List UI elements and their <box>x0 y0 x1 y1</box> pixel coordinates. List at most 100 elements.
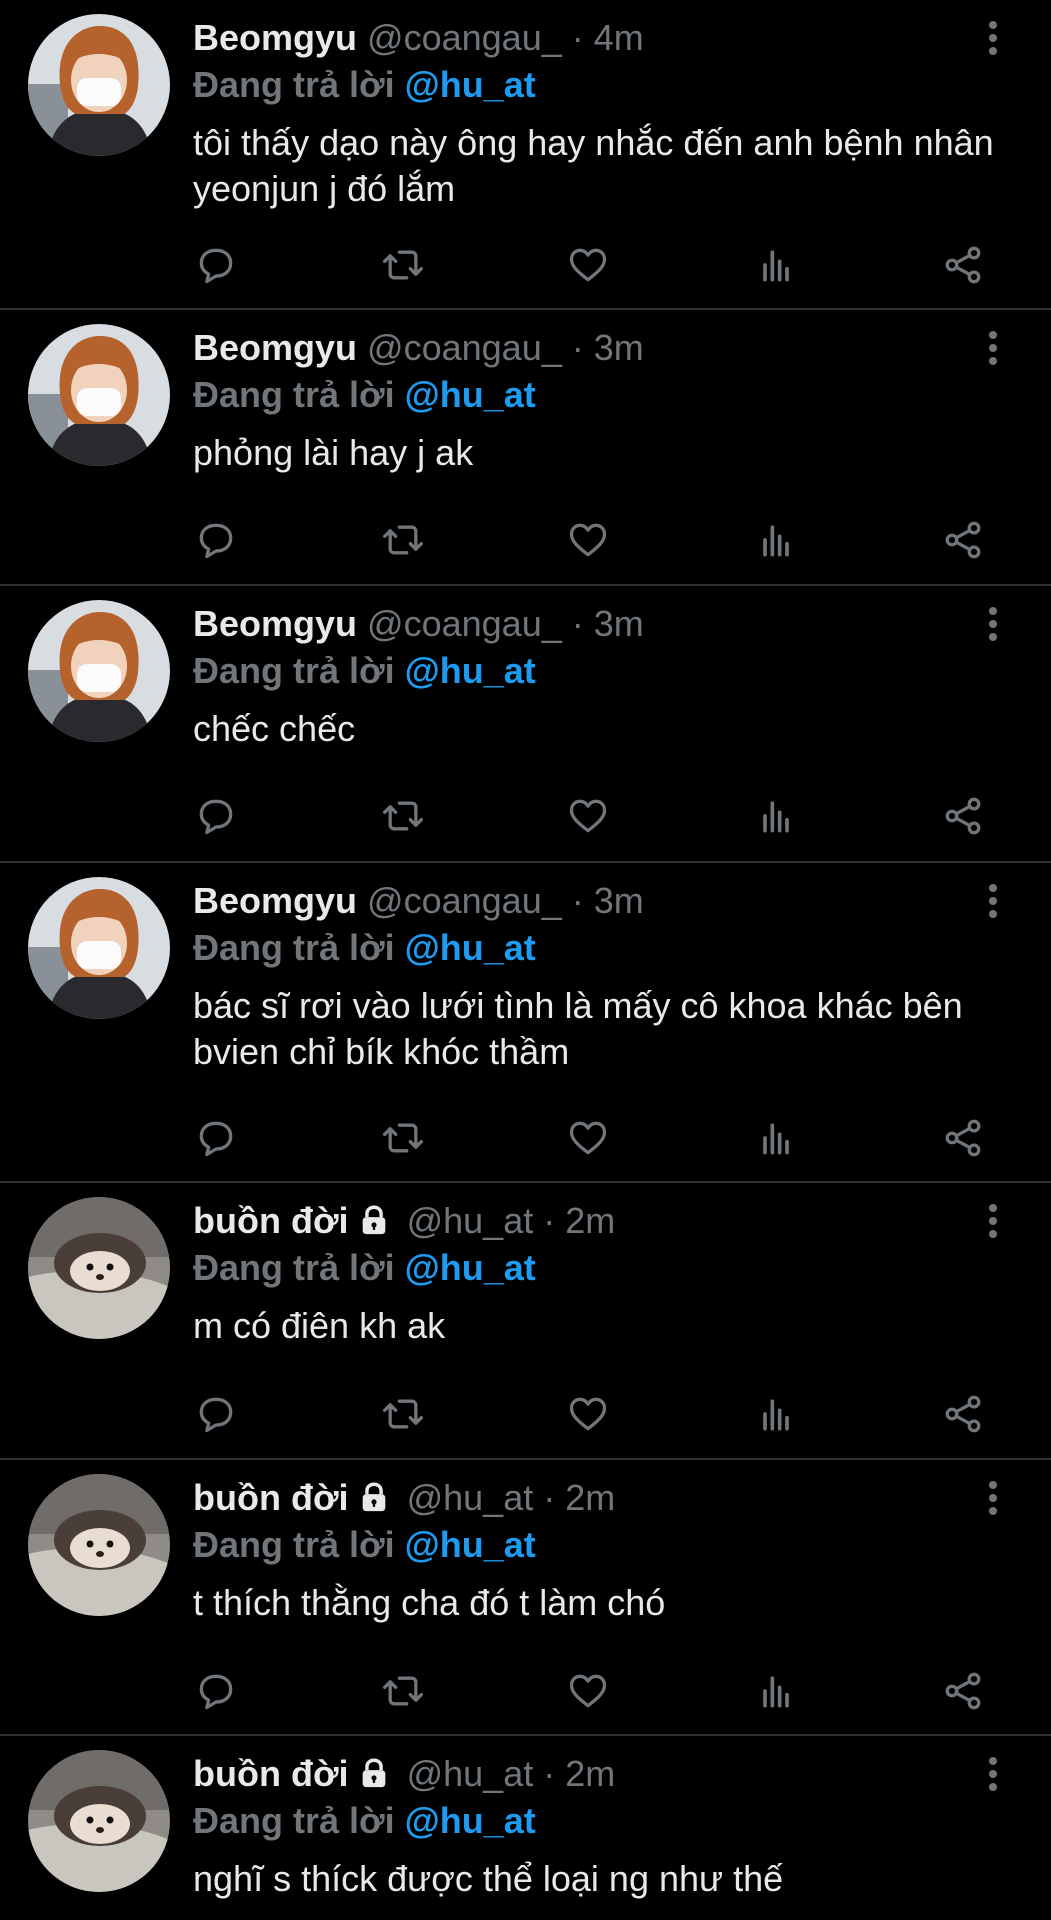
more-options-icon[interactable] <box>978 881 1008 921</box>
views-button[interactable] <box>748 1663 804 1719</box>
timestamp[interactable]: 3m <box>594 880 644 921</box>
display-name[interactable]: Beomgyu <box>193 880 357 921</box>
views-button[interactable] <box>748 788 804 844</box>
avatar[interactable] <box>28 877 170 1019</box>
reply-button[interactable] <box>188 1386 244 1442</box>
share-icon <box>945 1672 981 1710</box>
views-button[interactable] <box>748 512 804 568</box>
user-handle[interactable]: @hu_at <box>407 1477 534 1518</box>
separator: · <box>571 327 584 368</box>
views-icon <box>763 1676 789 1708</box>
retweet-button[interactable] <box>375 788 431 844</box>
retweet-button[interactable] <box>375 237 431 293</box>
reply-target-link[interactable]: @hu_at <box>405 1800 536 1841</box>
tweet-header: buồn đời @hu_at · 2m <box>193 1197 615 1245</box>
separator: · <box>543 1200 556 1241</box>
more-options-icon[interactable] <box>978 1201 1008 1241</box>
tweet[interactable]: buồn đời @hu_at · 2m Đang trả lời @hu_at… <box>0 1736 1051 1920</box>
display-name[interactable]: buồn đời <box>193 1477 349 1518</box>
tweet-header: Beomgyu @coangau_ · 4m <box>193 14 644 62</box>
tweet[interactable]: buồn đời @hu_at · 2m Đang trả lời @hu_at… <box>0 1183 1051 1460</box>
views-icon <box>763 250 789 282</box>
display-name[interactable]: Beomgyu <box>193 327 357 368</box>
more-options-icon[interactable] <box>978 604 1008 644</box>
avatar[interactable] <box>28 1474 170 1616</box>
user-handle[interactable]: @coangau_ <box>367 327 562 368</box>
timestamp[interactable]: 2m <box>565 1477 615 1518</box>
timestamp[interactable]: 2m <box>565 1753 615 1794</box>
reply-button[interactable] <box>188 788 244 844</box>
timestamp[interactable]: 2m <box>565 1200 615 1241</box>
display-name[interactable]: Beomgyu <box>193 603 357 644</box>
views-icon <box>763 525 789 557</box>
share-button[interactable] <box>935 512 991 568</box>
views-button[interactable] <box>748 1386 804 1442</box>
views-icon <box>763 1123 789 1155</box>
reply-button[interactable] <box>188 512 244 568</box>
user-handle[interactable]: @coangau_ <box>367 880 562 921</box>
more-options-icon[interactable] <box>978 328 1008 368</box>
views-button[interactable] <box>748 1110 804 1166</box>
tweet[interactable]: Beomgyu @coangau_ · 4m Đang trả lời @hu_… <box>0 0 1051 310</box>
reply-target-link[interactable]: @hu_at <box>405 650 536 691</box>
tweet[interactable]: Beomgyu @coangau_ · 3m Đang trả lời @hu_… <box>0 586 1051 863</box>
user-handle[interactable]: @hu_at <box>407 1200 534 1241</box>
retweet-button[interactable] <box>375 1663 431 1719</box>
reply-target-link[interactable]: @hu_at <box>405 64 536 105</box>
tweet-header: Beomgyu @coangau_ · 3m <box>193 600 644 648</box>
share-button[interactable] <box>935 1663 991 1719</box>
reply-button[interactable] <box>188 1110 244 1166</box>
like-button[interactable] <box>560 1386 616 1442</box>
like-button[interactable] <box>560 1663 616 1719</box>
avatar[interactable] <box>28 1750 170 1892</box>
display-name[interactable]: Beomgyu <box>193 17 357 58</box>
retweet-button[interactable] <box>375 512 431 568</box>
timestamp[interactable]: 3m <box>594 327 644 368</box>
retweet-icon <box>383 1676 423 1706</box>
like-icon <box>569 523 607 557</box>
tweet[interactable]: Beomgyu @coangau_ · 3m Đang trả lời @hu_… <box>0 863 1051 1183</box>
reply-prefix: Đang trả lời <box>193 927 395 968</box>
reply-target-link[interactable]: @hu_at <box>405 1247 536 1288</box>
tweet-feed: Beomgyu @coangau_ · 4m Đang trả lời @hu_… <box>0 0 1051 1920</box>
display-name[interactable]: buồn đời <box>193 1200 349 1241</box>
user-handle[interactable]: @coangau_ <box>367 603 562 644</box>
share-button[interactable] <box>935 1110 991 1166</box>
more-options-icon[interactable] <box>978 1754 1008 1794</box>
avatar[interactable] <box>28 324 170 466</box>
reply-target-link[interactable]: @hu_at <box>405 1524 536 1565</box>
like-button[interactable] <box>560 237 616 293</box>
tweet-actions <box>0 237 1051 293</box>
like-button[interactable] <box>560 512 616 568</box>
reply-button[interactable] <box>188 237 244 293</box>
retweet-button[interactable] <box>375 1110 431 1166</box>
avatar[interactable] <box>28 1197 170 1339</box>
avatar[interactable] <box>28 600 170 742</box>
lock-icon <box>362 1758 385 1788</box>
tweet[interactable]: Beomgyu @coangau_ · 3m Đang trả lời @hu_… <box>0 310 1051 586</box>
lock-icon <box>362 1482 385 1512</box>
user-handle[interactable]: @hu_at <box>407 1753 534 1794</box>
timestamp[interactable]: 3m <box>594 603 644 644</box>
reply-target-link[interactable]: @hu_at <box>405 374 536 415</box>
tweet-text: phỏng lài hay j ak <box>193 432 474 473</box>
timestamp[interactable]: 4m <box>594 17 644 58</box>
more-options-icon[interactable] <box>978 18 1008 58</box>
like-button[interactable] <box>560 1110 616 1166</box>
avatar[interactable] <box>28 14 170 156</box>
reply-button[interactable] <box>188 1663 244 1719</box>
replying-to: Đang trả lời @hu_at <box>193 1522 536 1568</box>
tweet[interactable]: buồn đời @hu_at · 2m Đang trả lời @hu_at… <box>0 1460 1051 1736</box>
display-name[interactable]: buồn đời <box>193 1753 349 1794</box>
share-button[interactable] <box>935 237 991 293</box>
like-button[interactable] <box>560 788 616 844</box>
views-button[interactable] <box>748 237 804 293</box>
retweet-button[interactable] <box>375 1386 431 1442</box>
user-handle[interactable]: @coangau_ <box>367 17 562 58</box>
reply-icon <box>199 1121 233 1157</box>
reply-target-link[interactable]: @hu_at <box>405 927 536 968</box>
more-options-icon[interactable] <box>978 1478 1008 1518</box>
replying-to: Đang trả lời @hu_at <box>193 648 536 694</box>
share-button[interactable] <box>935 788 991 844</box>
share-button[interactable] <box>935 1386 991 1442</box>
